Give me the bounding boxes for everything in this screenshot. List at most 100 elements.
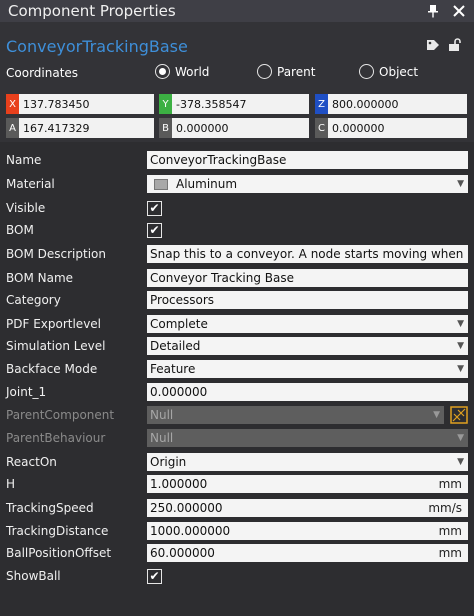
row-parent-component: ParentComponent Null ▼: [0, 404, 474, 426]
tracking-speed-label: TrackingSpeed: [6, 501, 94, 515]
category-label: Category: [6, 293, 61, 307]
row-tracking-speed: TrackingSpeed 250.000000 mm/s: [0, 497, 474, 519]
pin-icon[interactable]: [422, 0, 444, 22]
dropdown-arrow-icon[interactable]: ▼: [457, 179, 464, 189]
joint-1-label: Joint_1: [6, 385, 47, 399]
name-input[interactable]: ConveyorTrackingBase: [147, 151, 468, 169]
ball-position-offset-input[interactable]: 60.000000 mm: [147, 544, 468, 562]
parent-component-label: ParentComponent: [6, 408, 115, 422]
radio-object-indicator[interactable]: [359, 64, 374, 79]
radio-world-indicator[interactable]: [155, 64, 170, 79]
react-on-select[interactable]: Origin ▼: [147, 453, 468, 471]
a-field[interactable]: A 167.417329: [6, 118, 154, 138]
bom-name-value: Conveyor Tracking Base: [150, 271, 294, 285]
radio-parent-indicator[interactable]: [257, 64, 272, 79]
parent-component-value: Null: [150, 408, 174, 422]
x-field[interactable]: X 137.783450: [6, 94, 154, 114]
bom-name-input[interactable]: Conveyor Tracking Base: [147, 269, 468, 287]
row-tracking-distance: TrackingDistance 1000.000000 mm: [0, 520, 474, 542]
radio-parent-label: Parent: [277, 64, 316, 79]
pdf-exportlevel-label: PDF Exportlevel: [6, 317, 102, 331]
bom-description-label: BOM Description: [6, 247, 106, 261]
radio-object[interactable]: Object: [359, 64, 418, 79]
c-tag: C: [315, 118, 328, 138]
tracking-distance-input[interactable]: 1000.000000 mm: [147, 522, 468, 540]
joint-1-value: 0.000000: [150, 385, 208, 399]
parent-behaviour-select: Null ▼: [147, 429, 468, 447]
c-value: 0.000000: [332, 121, 385, 135]
dropdown-arrow-icon[interactable]: ▼: [457, 341, 464, 351]
tracking-distance-value: 1000.000000: [150, 524, 231, 538]
row-name: Name ConveyorTrackingBase: [0, 149, 474, 171]
backface-mode-value: Feature: [150, 362, 196, 376]
parent-behaviour-value: Null: [150, 431, 174, 445]
visible-label: Visible: [6, 201, 46, 215]
category-value: Processors: [150, 293, 215, 307]
h-input[interactable]: 1.000000 mm: [147, 475, 468, 493]
dropdown-arrow-icon: ▼: [433, 410, 440, 420]
a-tag: A: [6, 118, 19, 138]
bom-description-input[interactable]: Snap this to a conveyor. A node starts m…: [147, 245, 468, 263]
name-label: Name: [6, 153, 42, 167]
row-material: Material Aluminum ▼: [0, 173, 474, 195]
tracking-distance-unit: mm: [438, 524, 462, 538]
tracking-speed-value: 250.000000: [150, 501, 223, 515]
y-field[interactable]: Y -378.358547: [159, 94, 309, 114]
h-unit: mm: [438, 477, 462, 491]
row-bom-description: BOM Description Snap this to a conveyor.…: [0, 243, 474, 265]
x-value: 137.783450: [23, 97, 90, 111]
window-title: Component Properties: [8, 2, 176, 20]
tag-icon[interactable]: [426, 38, 440, 52]
radio-parent[interactable]: Parent: [257, 64, 315, 79]
close-icon[interactable]: [448, 0, 470, 22]
unlock-icon[interactable]: [448, 38, 462, 52]
checkmark-icon: ✔: [149, 569, 160, 583]
backface-mode-select[interactable]: Feature ▼: [147, 360, 468, 378]
ball-position-offset-label: BallPositionOffset: [6, 546, 112, 560]
bom-checkbox[interactable]: ✔: [147, 222, 162, 238]
material-label: Material: [6, 177, 55, 191]
row-parent-behaviour: ParentBehaviour Null ▼: [0, 427, 474, 449]
pick-component-icon[interactable]: [450, 406, 468, 424]
row-bom: BOM ✔: [0, 219, 474, 241]
row-bom-name: BOM Name Conveyor Tracking Base: [0, 267, 474, 289]
bom-label: BOM: [6, 223, 34, 237]
simulation-level-value: Detailed: [150, 339, 201, 353]
header-icons: [426, 38, 462, 52]
b-tag: B: [159, 118, 172, 138]
a-value: 167.417329: [23, 121, 90, 135]
react-on-value: Origin: [150, 455, 187, 469]
b-field[interactable]: B 0.000000: [159, 118, 309, 138]
bom-description-value: Snap this to a conveyor. A node starts m…: [150, 247, 468, 261]
h-value: 1.000000: [150, 477, 208, 491]
tracking-speed-unit: mm/s: [428, 501, 462, 515]
row-h: H 1.000000 mm: [0, 473, 474, 495]
name-value: ConveyorTrackingBase: [150, 153, 287, 167]
backface-mode-label: Backface Mode: [6, 362, 98, 376]
show-ball-checkbox[interactable]: ✔: [147, 568, 162, 584]
category-input[interactable]: Processors: [147, 291, 468, 309]
z-field[interactable]: Z 800.000000: [315, 94, 467, 114]
ball-position-offset-value: 60.000000: [150, 546, 215, 560]
checkmark-icon: ✔: [149, 223, 160, 237]
x-tag: X: [6, 94, 19, 114]
row-show-ball: ShowBall ✔: [0, 565, 474, 587]
dropdown-arrow-icon[interactable]: ▼: [457, 364, 464, 374]
pdf-exportlevel-select[interactable]: Complete ▼: [147, 315, 468, 333]
show-ball-label: ShowBall: [6, 569, 61, 583]
dropdown-arrow-icon[interactable]: ▼: [457, 457, 464, 467]
coordinates-label: Coordinates: [6, 66, 79, 80]
dropdown-arrow-icon: ▼: [457, 433, 464, 443]
c-field[interactable]: C 0.000000: [315, 118, 467, 138]
radio-world[interactable]: World: [155, 64, 209, 79]
simulation-level-select[interactable]: Detailed ▼: [147, 337, 468, 355]
radio-object-label: Object: [379, 64, 419, 79]
tracking-speed-input[interactable]: 250.000000 mm/s: [147, 499, 468, 517]
bom-name-label: BOM Name: [6, 271, 74, 285]
row-pdf-exportlevel: PDF Exportlevel Complete ▼: [0, 313, 474, 335]
dropdown-arrow-icon[interactable]: ▼: [457, 319, 464, 329]
visible-checkbox[interactable]: ✔: [147, 200, 162, 216]
material-select[interactable]: Aluminum ▼: [147, 175, 468, 193]
title-bar: Component Properties: [0, 0, 474, 22]
joint-1-input[interactable]: 0.000000: [147, 383, 468, 401]
